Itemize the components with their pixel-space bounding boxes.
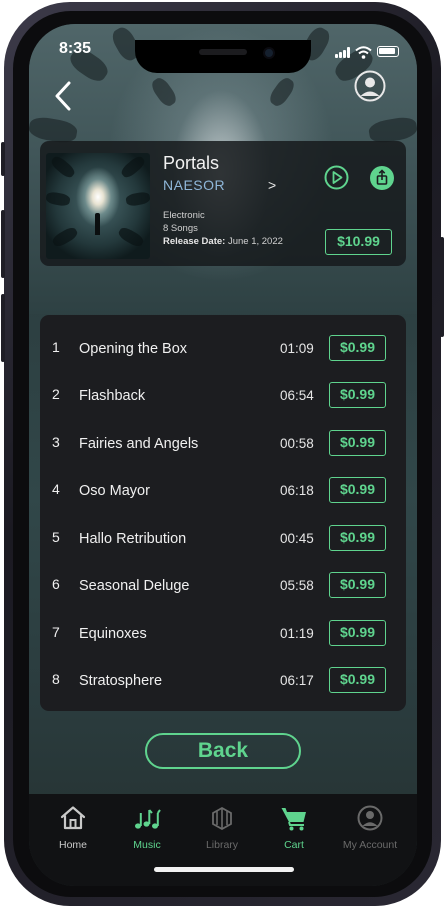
- track-title: Stratosphere: [79, 673, 163, 689]
- album-release: Release Date: June 1, 2022: [163, 236, 283, 247]
- home-icon: [60, 806, 86, 830]
- back-chevron-icon[interactable]: [51, 81, 77, 111]
- account-icon: [357, 805, 383, 831]
- back-button[interactable]: Back: [145, 733, 301, 769]
- artist-chevron-icon[interactable]: >: [268, 177, 276, 193]
- tab-bar: Home Music Library Cart My Account: [29, 794, 417, 886]
- music-notes-icon: [135, 809, 161, 829]
- tab-library[interactable]: Library: [187, 804, 257, 851]
- track-price-button[interactable]: $0.99: [329, 620, 386, 646]
- track-title: Hallo Retribution: [79, 531, 187, 547]
- track-list: 1 Opening the Box 01:09 $0.99 2 Flashbac…: [40, 315, 406, 711]
- tab-my-account[interactable]: My Account: [335, 804, 405, 851]
- track-price-button[interactable]: $0.99: [329, 667, 386, 693]
- tab-home[interactable]: Home: [38, 804, 108, 851]
- tab-cart[interactable]: Cart: [259, 804, 329, 851]
- tab-my-account-label: My Account: [342, 839, 398, 851]
- track-title: Seasonal Deluge: [79, 578, 190, 594]
- track-duration: 05:58: [280, 578, 314, 593]
- track-duration: 06:18: [280, 483, 314, 498]
- signal-icon: [335, 47, 353, 58]
- track-row[interactable]: 6 Seasonal Deluge 05:58 $0.99: [40, 567, 406, 607]
- play-button[interactable]: [324, 165, 349, 190]
- track-price-button[interactable]: $0.99: [329, 335, 386, 361]
- cart-icon: [281, 808, 306, 831]
- tab-cart-label: Cart: [284, 839, 304, 851]
- front-camera: [263, 47, 275, 59]
- track-number: 1: [52, 339, 60, 355]
- track-title: Flashback: [79, 388, 146, 404]
- album-genre: Electronic: [163, 210, 205, 221]
- wifi-icon: [355, 46, 372, 59]
- track-row[interactable]: 7 Equinoxes 01:19 $0.99: [40, 615, 406, 655]
- artist-link[interactable]: NAESOR: [163, 177, 225, 193]
- status-bar: 8:35: [29, 40, 417, 73]
- track-number: 2: [52, 386, 60, 402]
- album-price-button[interactable]: $10.99: [325, 229, 392, 255]
- album-song-count: 8 Songs: [163, 223, 198, 234]
- album-cover: [46, 153, 150, 259]
- tab-library-label: Library: [205, 839, 239, 851]
- track-duration: 01:19: [280, 626, 314, 641]
- track-price-button[interactable]: $0.99: [329, 430, 386, 456]
- track-number: 8: [52, 671, 60, 687]
- release-label: Release Date:: [163, 236, 226, 247]
- status-time: 8:35: [59, 40, 92, 57]
- share-button[interactable]: [370, 166, 394, 190]
- library-icon: [212, 806, 232, 831]
- track-duration: 01:09: [280, 341, 314, 356]
- track-title: Oso Mayor: [79, 483, 150, 499]
- track-row[interactable]: 2 Flashback 06:54 $0.99: [40, 377, 406, 417]
- app-screen: 8:35 Portals NAESOR > Electronic 8 Songs…: [29, 24, 417, 886]
- track-number: 6: [52, 576, 60, 592]
- track-number: 7: [52, 624, 60, 640]
- track-row[interactable]: 4 Oso Mayor 06:18 $0.99: [40, 472, 406, 512]
- track-duration: 00:58: [280, 436, 314, 451]
- track-row[interactable]: 8 Stratosphere 06:17 $0.99: [40, 662, 406, 702]
- track-row[interactable]: 3 Fairies and Angels 00:58 $0.99: [40, 425, 406, 465]
- track-row[interactable]: 5 Hallo Retribution 00:45 $0.99: [40, 520, 406, 560]
- track-number: 3: [52, 434, 60, 450]
- tab-home-label: Home: [58, 839, 87, 851]
- account-avatar-icon[interactable]: [354, 70, 386, 102]
- track-price-button[interactable]: $0.99: [329, 477, 386, 503]
- track-duration: 00:45: [280, 531, 314, 546]
- tab-music[interactable]: Music: [112, 804, 182, 851]
- track-price-button[interactable]: $0.99: [329, 382, 386, 408]
- battery-icon: [377, 46, 399, 57]
- track-title: Opening the Box: [79, 341, 188, 357]
- home-indicator[interactable]: [154, 867, 294, 872]
- album-card: Portals NAESOR > Electronic 8 Songs Rele…: [40, 141, 406, 266]
- track-title: Fairies and Angels: [79, 436, 199, 452]
- track-price-button[interactable]: $0.99: [329, 572, 386, 598]
- tab-music-label: Music: [133, 839, 161, 851]
- track-title: Equinoxes: [79, 626, 147, 642]
- track-number: 5: [52, 529, 60, 545]
- release-date: June 1, 2022: [227, 236, 283, 247]
- album-title: Portals: [163, 153, 220, 173]
- track-price-button[interactable]: $0.99: [329, 525, 386, 551]
- notch: [135, 40, 311, 73]
- track-row[interactable]: 1 Opening the Box 01:09 $0.99: [40, 330, 406, 370]
- track-duration: 06:17: [280, 673, 314, 688]
- track-number: 4: [52, 481, 60, 497]
- track-duration: 06:54: [280, 388, 314, 403]
